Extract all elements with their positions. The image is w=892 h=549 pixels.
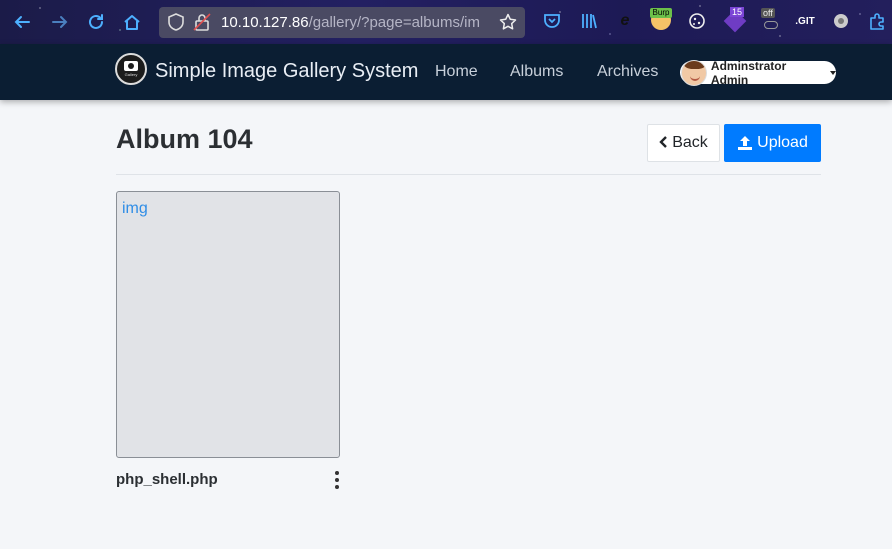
upload-button-label: Upload xyxy=(757,134,808,151)
image-alt-text: img xyxy=(122,200,148,217)
pocket-icon[interactable] xyxy=(541,10,563,32)
shield-icon[interactable] xyxy=(167,13,185,31)
image-file-name: php_shell.php xyxy=(116,471,218,488)
caret-down-icon xyxy=(830,70,836,75)
image-thumbnail[interactable]: img xyxy=(116,191,340,458)
user-menu-dropdown[interactable]: Adminstrator Admin xyxy=(680,58,836,87)
back-button[interactable]: Back xyxy=(647,124,720,162)
nav-archives[interactable]: Archives xyxy=(597,63,658,81)
upload-icon xyxy=(737,135,753,151)
home-icon[interactable] xyxy=(120,10,144,34)
browser-toolbar: 10.10.127.86/gallery/?page=albums/im e B… xyxy=(0,0,892,44)
url-host: 10.10.127.86 xyxy=(221,14,309,31)
camera-icon xyxy=(124,61,138,71)
reload-icon[interactable] xyxy=(84,10,108,34)
insecure-lock-icon[interactable] xyxy=(193,13,211,31)
upload-button[interactable]: Upload xyxy=(724,124,821,162)
library-icon[interactable] xyxy=(578,10,600,32)
cookie-icon[interactable] xyxy=(686,10,708,32)
brand-title[interactable]: Simple Image Gallery System xyxy=(155,60,418,83)
back-arrow-icon[interactable] xyxy=(10,10,34,34)
burp-icon[interactable]: Burp xyxy=(650,8,672,30)
hack-tools-icon[interactable]: 15 xyxy=(723,7,747,33)
header-divider xyxy=(116,174,821,175)
gear-wheel-icon[interactable] xyxy=(830,10,852,32)
chevron-left-icon xyxy=(659,135,668,151)
nav-home[interactable]: Home xyxy=(435,63,478,81)
git-icon[interactable]: .GIT xyxy=(794,10,816,32)
extensions-puzzle-icon[interactable] xyxy=(866,10,888,32)
more-options-icon[interactable] xyxy=(330,471,344,489)
extension-e-icon[interactable]: e xyxy=(614,10,636,32)
user-name: Adminstrator Admin xyxy=(710,58,787,87)
avatar xyxy=(681,59,707,86)
url-path: /gallery/?page=albums/im xyxy=(308,14,480,31)
nav-albums[interactable]: Albums xyxy=(510,63,563,81)
back-button-label: Back xyxy=(672,134,708,151)
brand-logo[interactable]: Gallery xyxy=(115,53,147,85)
brand-logo-caption: Gallery xyxy=(124,72,138,77)
bookmark-star-icon[interactable] xyxy=(499,13,517,31)
forward-arrow-icon[interactable] xyxy=(48,10,72,34)
off-toggle-icon[interactable]: off xyxy=(760,8,782,32)
page-title: Album 104 xyxy=(116,124,253,154)
address-bar[interactable]: 10.10.127.86/gallery/?page=albums/im xyxy=(159,7,525,38)
